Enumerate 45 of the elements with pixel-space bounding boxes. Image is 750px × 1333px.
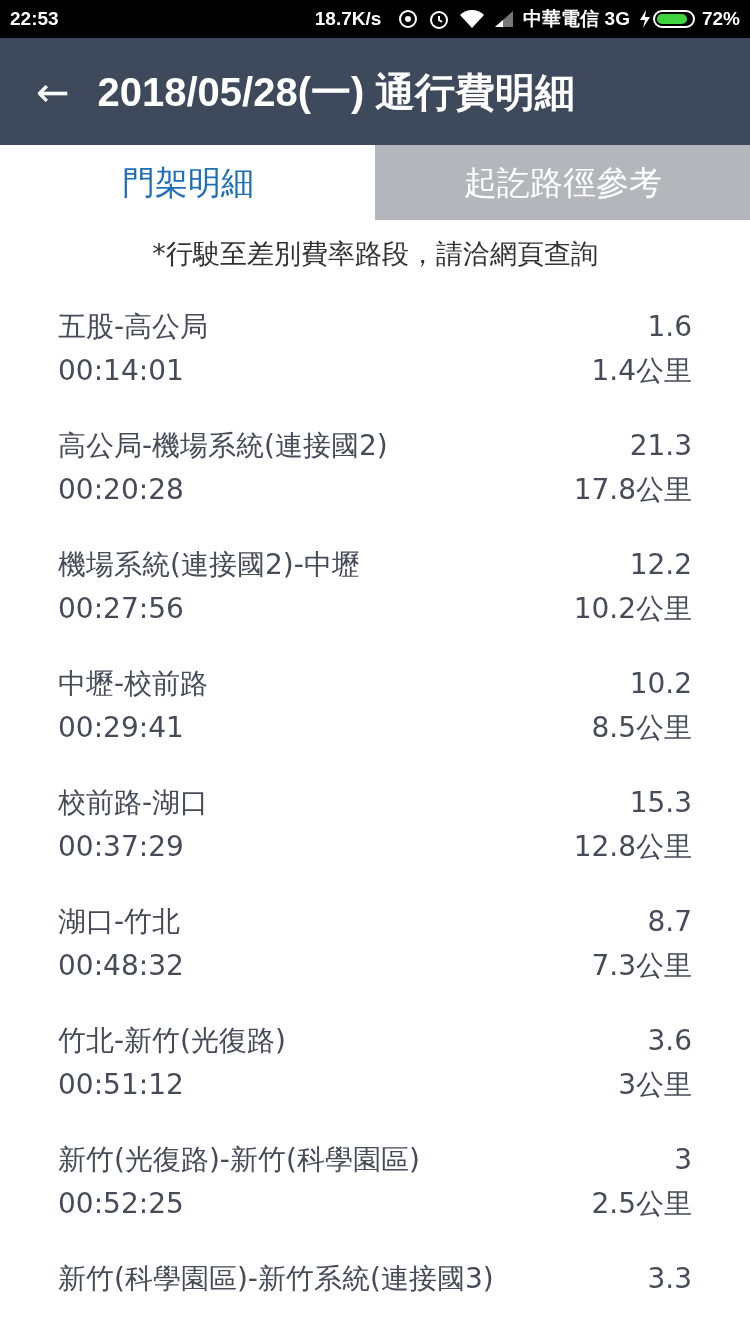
toll-amount: 3 [674, 1141, 692, 1178]
notice-text: *行駛至差別費率路段，請洽網頁查詢 [151, 237, 599, 271]
route-name: 機場系統(連接國2)-中壢 [58, 546, 360, 583]
route-name: 竹北-新竹(光復路) [58, 1022, 286, 1059]
distance: 17.8公里 [573, 471, 692, 508]
route-name: 中壢-校前路 [58, 665, 209, 702]
route-name: 高公局-機場系統(連接國2) [58, 427, 388, 464]
pass-time: 00:52:25 [58, 1185, 184, 1222]
back-button[interactable]: ← [36, 71, 70, 112]
distance: 7.3公里 [591, 947, 692, 984]
route-name: 湖口-竹北 [58, 903, 181, 940]
page-title: 2018/05/28(一) 通行費明細 [97, 68, 576, 116]
toll-amount: 3.6 [647, 1022, 692, 1059]
distance: 2.5公里 [591, 1185, 692, 1222]
distance: 1.4公里 [591, 352, 692, 389]
carrier-name: 中華電信 3G [523, 6, 630, 31]
signal-icon [493, 9, 516, 29]
route-name: 五股-高公局 [58, 308, 209, 345]
route-name: 新竹(科學園區)-新竹系統(連接國3) [58, 1260, 494, 1297]
pass-time: 00:51:12 [58, 1066, 184, 1103]
distance: 12.8公里 [573, 828, 692, 865]
charging-battery-icon [637, 8, 698, 30]
hotspot-icon [397, 8, 420, 30]
toll-amount: 3.3 [647, 1260, 692, 1297]
pass-time: 00:20:28 [58, 471, 184, 508]
pass-time: 00:37:29 [58, 828, 184, 865]
pass-time: 00:48:32 [58, 947, 184, 984]
toll-amount: 15.3 [629, 784, 692, 821]
clock: 22:53 [10, 6, 59, 31]
toll-amount: 12.2 [629, 546, 692, 583]
route-name: 新竹(光復路)-新竹(科學園區) [58, 1141, 420, 1178]
distance: 10.2公里 [573, 590, 692, 627]
route-name: 校前路-湖口 [58, 784, 209, 821]
toll-amount: 21.3 [629, 427, 692, 464]
pass-time: 00:29:41 [58, 709, 184, 746]
wifi-icon [459, 8, 486, 30]
distance: 8.5公里 [591, 709, 692, 746]
toll-amount: 10.2 [629, 665, 692, 702]
network-speed: 18.7K/s [314, 6, 382, 31]
pass-time: 00:27:56 [58, 590, 184, 627]
distance: 3公里 [618, 1066, 692, 1103]
toll-amount: 8.7 [647, 903, 692, 940]
toll-amount: 1.6 [647, 308, 692, 345]
battery-percent: 72% [701, 6, 740, 31]
pass-time: 00:14:01 [58, 352, 184, 389]
